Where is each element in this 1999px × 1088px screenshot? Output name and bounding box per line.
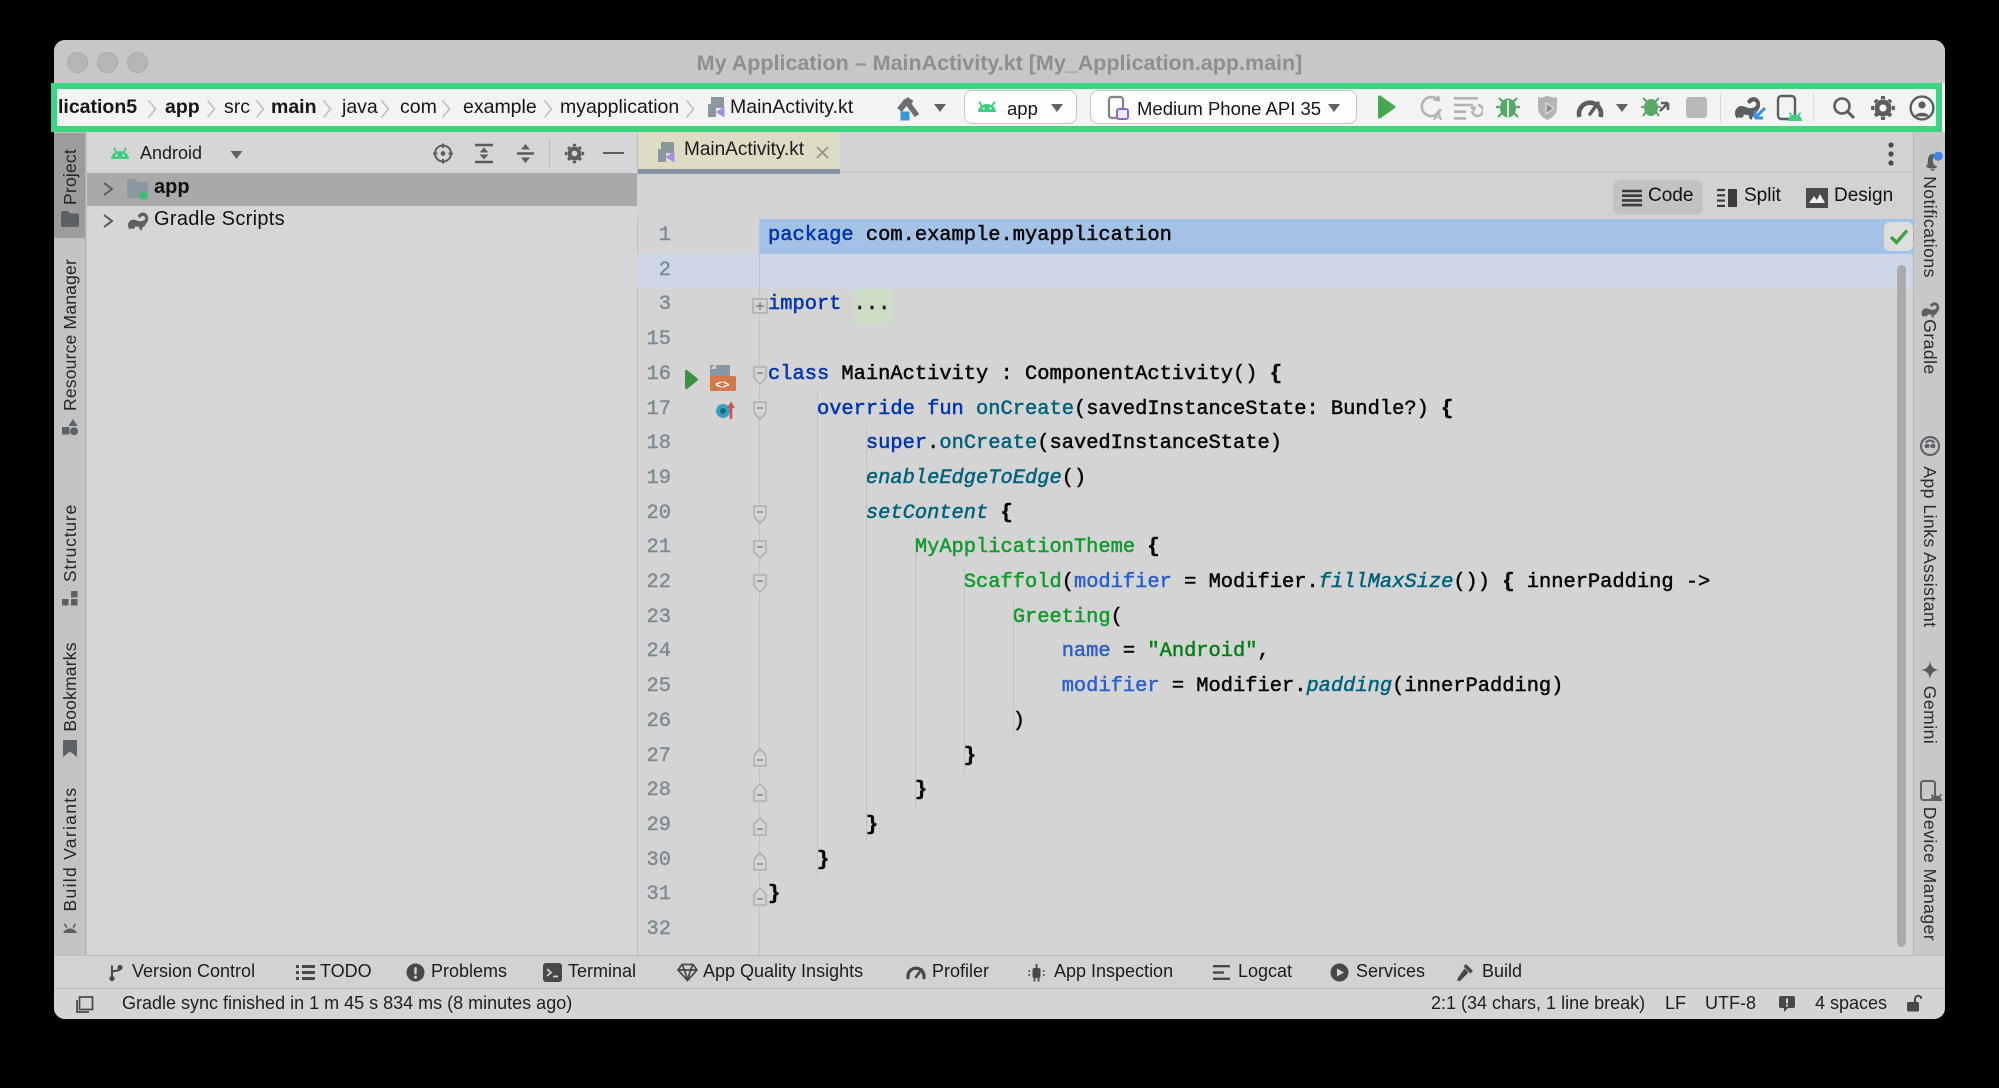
svg-text:<>: <> bbox=[715, 379, 729, 392]
